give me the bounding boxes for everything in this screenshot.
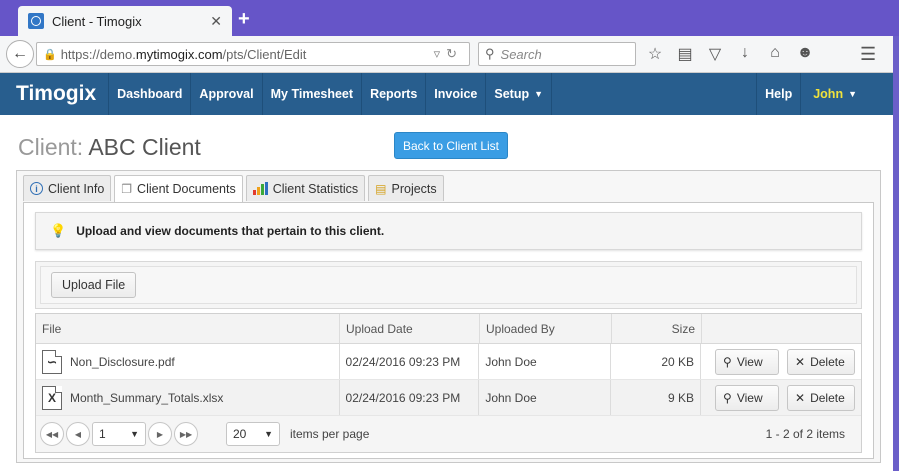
nav-approval[interactable]: Approval (190, 73, 261, 115)
column-header-file[interactable]: File (36, 314, 340, 343)
column-header-size[interactable]: Size (612, 314, 702, 343)
grid-pager: ◀◀ ◀ 1 ▼ ▶ ▶▶ 20 ▼ items per page 1 - 2 of… (36, 416, 861, 452)
grid-header: File Upload Date Uploaded By Size (36, 314, 861, 344)
home-icon[interactable]: ⌂ (766, 44, 784, 64)
close-icon: ✕ (795, 354, 806, 369)
column-header-actions (702, 314, 861, 343)
file-name[interactable]: Month_Summary_Totals.xlsx (70, 391, 223, 405)
previous-page-icon[interactable]: ◀ (66, 422, 90, 446)
app-navbar: Timogix Dashboard Approval My Timesheet … (0, 73, 893, 115)
column-header-upload-date[interactable]: Upload Date (340, 314, 480, 343)
menu-icon[interactable]: ☰ (860, 44, 876, 65)
search-icon: ⚲ (485, 46, 495, 61)
info-icon: i (30, 182, 43, 195)
download-icon[interactable]: ↓ (736, 44, 754, 64)
last-page-icon[interactable]: ▶▶ (174, 422, 198, 446)
page-size-select[interactable]: 20 ▼ (226, 422, 280, 446)
nav-dashboard[interactable]: Dashboard (108, 73, 190, 115)
delete-button[interactable]: ✕ Delete (787, 384, 856, 411)
actions-cell: ⚲ View ✕ Delete (701, 380, 861, 415)
nav-setup[interactable]: Setup ▼ (485, 73, 551, 115)
tab-projects[interactable]: ▤ Projects (368, 175, 444, 201)
table-row: ∽ Non_Disclosure.pdf 02/24/2016 09:23 PM… (36, 344, 861, 380)
pocket-icon[interactable]: ▽ (706, 44, 724, 64)
file-name[interactable]: Non_Disclosure.pdf (70, 355, 175, 369)
documents-content: 💡 Upload and view documents that pertain… (23, 202, 874, 459)
column-header-uploaded-by[interactable]: Uploaded By (480, 314, 612, 343)
lightbulb-icon: 💡 (50, 223, 67, 238)
brand-logo[interactable]: Timogix (0, 73, 108, 115)
items-per-page-label: items per page (290, 427, 370, 441)
excel-icon: X (42, 385, 62, 410)
star-icon[interactable]: ☆ (646, 44, 664, 64)
nav-reports[interactable]: Reports (361, 73, 425, 115)
grid-toolbar: Upload File (35, 261, 862, 309)
tab-client-info[interactable]: i Client Info (23, 175, 112, 201)
page-title: Client: ABC Client (18, 134, 201, 160)
reload-icon[interactable]: ▿↻ (434, 46, 469, 62)
first-page-icon[interactable]: ◀◀ (40, 422, 64, 446)
nav-my-timesheet[interactable]: My Timesheet (261, 73, 361, 115)
table-row: X Month_Summary_Totals.xlsx 02/24/2016 0… (36, 380, 861, 416)
chevron-down-icon: ▼ (130, 429, 139, 439)
documents-grid: File Upload Date Uploaded By Size ∽ Non_… (35, 313, 862, 453)
pager-info: 1 - 2 of 2 items (765, 427, 845, 441)
smiley-icon[interactable]: ☻ (796, 44, 814, 64)
view-button[interactable]: ⚲ View (715, 348, 780, 375)
app-page: Timogix Dashboard Approval My Timesheet … (0, 73, 893, 471)
info-notice: 💡 Upload and view documents that pertain… (35, 212, 862, 250)
timogix-favicon-icon (28, 13, 44, 29)
browser-titlebar: Client - Timogix ✕ + (0, 0, 899, 36)
back-arrow-icon[interactable]: ← (6, 40, 34, 68)
uploaded-by-cell: John Doe (479, 344, 612, 379)
delete-button[interactable]: ✕ Delete (787, 348, 856, 375)
tab-client-statistics[interactable]: Client Statistics (245, 175, 366, 201)
actions-cell: ⚲ View ✕ Delete (701, 344, 861, 379)
page-number-select[interactable]: 1 ▼ (92, 422, 146, 446)
view-button[interactable]: ⚲ View (715, 384, 780, 411)
reading-list-icon[interactable]: ▤ (676, 44, 694, 64)
next-page-icon[interactable]: ▶ (148, 422, 172, 446)
new-tab-icon[interactable]: + (238, 8, 250, 31)
client-panel: i Client Info ❐ Client Documents Client … (16, 170, 881, 463)
tab-title: Client - Timogix (52, 13, 142, 29)
url-text[interactable]: https://demo.mytimogix.com/pts/Client/Ed… (61, 47, 434, 62)
upload-file-button[interactable]: Upload File (51, 272, 137, 298)
pdf-icon: ∽ (42, 349, 62, 374)
chevron-down-icon: ▼ (264, 429, 273, 439)
address-bar[interactable]: 🔒 https://demo.mytimogix.com/pts/Client/… (36, 42, 470, 66)
search-icon: ⚲ (723, 390, 732, 405)
folder-icon: ▤ (375, 181, 387, 196)
search-icon: ⚲ (723, 354, 732, 369)
browser-toolbar: ← 🔒 https://demo.mytimogix.com/pts/Clien… (0, 36, 893, 73)
lock-icon: 🔒 (43, 48, 57, 61)
chevron-down-icon: ▼ (534, 89, 544, 99)
tab-client-documents[interactable]: ❐ Client Documents (114, 175, 243, 202)
browser-tab[interactable]: Client - Timogix ✕ (18, 6, 232, 36)
nav-help[interactable]: Help (756, 73, 800, 115)
documents-icon: ❐ (121, 182, 133, 196)
chevron-down-icon: ▼ (848, 89, 857, 99)
nav-invoice[interactable]: Invoice (425, 73, 485, 115)
back-to-client-list-button[interactable]: Back to Client List (394, 132, 508, 159)
size-cell: 20 KB (611, 344, 702, 379)
uploaded-by-cell: John Doe (479, 380, 612, 415)
bar-chart-icon (252, 182, 268, 195)
close-icon: ✕ (795, 390, 806, 405)
user-menu[interactable]: John ▼ (800, 73, 893, 115)
file-cell: ∽ Non_Disclosure.pdf (36, 344, 340, 379)
upload-date-cell: 02/24/2016 09:23 PM (340, 380, 480, 415)
file-cell: X Month_Summary_Totals.xlsx (36, 380, 340, 415)
close-tab-icon[interactable]: ✕ (210, 13, 222, 30)
upload-date-cell: 02/24/2016 09:23 PM (340, 344, 480, 379)
size-cell: 9 KB (611, 380, 702, 415)
search-input[interactable]: ⚲ Search (478, 42, 636, 66)
